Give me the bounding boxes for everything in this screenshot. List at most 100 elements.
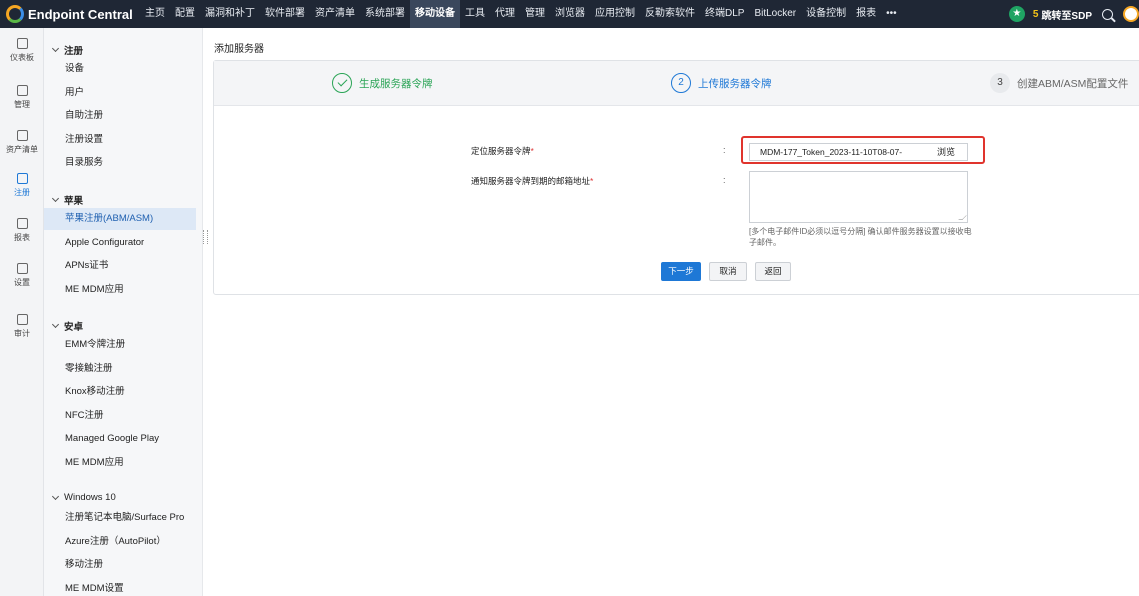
rail-icon xyxy=(16,130,28,141)
sidebar-item[interactable]: ME MDM应用 xyxy=(44,452,196,474)
nav-item[interactable]: 配置 xyxy=(170,0,200,28)
nav-item[interactable]: 反勒索软件 xyxy=(640,0,700,28)
nav-item[interactable]: 终端DLP xyxy=(700,0,749,28)
nav-item[interactable]: 代理 xyxy=(490,0,520,28)
sidebar-item[interactable]: 苹果注册(ABM/ASM) xyxy=(44,208,196,230)
icon-rail: 仪表板管理资产清单注册报表设置审计 xyxy=(0,28,44,596)
rail-item[interactable]: 资产清单 xyxy=(0,130,44,155)
rail-label: 设置 xyxy=(14,278,30,287)
nav-item[interactable]: 系统部署 xyxy=(360,0,410,28)
token-label: 定位服务器令牌* xyxy=(471,146,534,156)
nav-item[interactable]: 移动设备 xyxy=(410,0,460,28)
sidebar-item[interactable]: 注册笔记本电脑/Surface Pro xyxy=(44,507,196,529)
sidebar-item[interactable]: 注册设置 xyxy=(44,129,196,151)
next-button[interactable]: 下一步 xyxy=(661,262,701,281)
rail-icon xyxy=(16,314,28,325)
step-number: 3 xyxy=(990,73,1010,93)
sidebar-item[interactable]: 目录服务 xyxy=(44,152,196,174)
nav-item[interactable]: BitLocker xyxy=(749,0,801,28)
token-colon: : xyxy=(723,145,726,155)
nav-item[interactable]: 设备控制 xyxy=(801,0,851,28)
email-label: 通知服务器令牌到期的邮箱地址* xyxy=(471,176,594,186)
sidebar-item[interactable]: ME MDM应用 xyxy=(44,279,196,301)
rail-item[interactable]: 仪表板 xyxy=(0,38,44,63)
rail-label: 资产清单 xyxy=(6,145,38,154)
step-label: 生成服务器令牌 xyxy=(359,77,433,90)
sidebar: 注册 苹果 安卓 Windows 10 设备 用户 自助注册 注册设置 目录服务苹果注册… xyxy=(44,28,203,596)
check-icon xyxy=(337,76,347,87)
rail-icon xyxy=(16,173,28,184)
sidebar-item[interactable]: NFC注册 xyxy=(44,405,196,427)
rail-item[interactable]: 报表 xyxy=(0,218,44,243)
rail-label: 仪表板 xyxy=(10,53,34,62)
sidebar-group-apple[interactable]: 苹果 xyxy=(51,193,83,207)
sidebar-splitter[interactable] xyxy=(203,230,208,244)
rail-item[interactable]: 注册 xyxy=(0,173,44,198)
rail-icon xyxy=(16,38,28,49)
sidebar-item[interactable]: Knox移动注册 xyxy=(44,381,196,403)
wizard-panel: 生成服务器令牌 2 上传服务器令牌 3 创建ABM/ASM配置文件 定位服务器令… xyxy=(213,60,1139,295)
nav-item[interactable]: 应用控制 xyxy=(590,0,640,28)
sidebar-item[interactable]: Azure注册（AutoPilot） xyxy=(44,531,196,553)
sidebar-item[interactable]: 零接触注册 xyxy=(44,358,196,380)
cancel-button[interactable]: 取消 xyxy=(709,262,747,281)
step-2: 2 上传服务器令牌 xyxy=(671,73,772,93)
user-avatar-icon[interactable] xyxy=(1123,6,1139,22)
sdp-label: 跳转至SDP xyxy=(1041,10,1092,22)
main-nav: 主页 配置 漏洞和补丁 软件部署 资产清单 系统部署 移动设备 工具 代理 管理 浏览器 应用控制 反勒… xyxy=(140,0,902,28)
rail-item[interactable]: 管理 xyxy=(0,85,44,110)
browse-button[interactable]: 浏览 xyxy=(925,144,967,160)
rail-icon xyxy=(16,218,28,229)
page-title: 添加服务器 xyxy=(214,44,264,55)
chevron-down-icon xyxy=(51,44,60,53)
step-label: 上传服务器令牌 xyxy=(698,77,772,90)
chevron-down-icon xyxy=(51,492,60,500)
email-field[interactable] xyxy=(749,171,968,223)
email-hint: [多个电子邮件ID必须以逗号分隔] 确认邮件服务器设置以接收电子邮件。 xyxy=(749,227,972,247)
email-colon: : xyxy=(723,175,726,185)
sidebar-item[interactable]: Apple Configurator xyxy=(44,232,196,254)
rail-item[interactable]: 设置 xyxy=(0,263,44,288)
back-button[interactable]: 返回 xyxy=(755,262,791,281)
rail-label: 管理 xyxy=(14,100,30,109)
rail-icon xyxy=(16,263,28,274)
nav-item[interactable]: 工具 xyxy=(460,0,490,28)
top-bar: Endpoint Central 主页 配置 漏洞和补丁 软件部署 资产清单 系统部署 移动… xyxy=(0,0,1139,28)
file-fade xyxy=(911,144,925,160)
sidebar-group-android[interactable]: 安卓 xyxy=(51,319,83,333)
star-icon[interactable]: ★ xyxy=(1008,6,1025,22)
chevron-down-icon xyxy=(51,194,60,203)
sidebar-item[interactable]: Managed Google Play xyxy=(44,428,196,450)
sidebar-group-windows[interactable]: Windows 10 xyxy=(51,492,116,503)
sdp-icon: 5 xyxy=(1032,8,1039,20)
nav-item[interactable]: 管理 xyxy=(520,0,550,28)
sidebar-item[interactable]: 移动注册 xyxy=(44,554,196,576)
sidebar-item[interactable]: ME MDM设置 xyxy=(44,578,196,596)
nav-item[interactable]: 浏览器 xyxy=(550,0,590,28)
nav-item[interactable]: 主页 xyxy=(140,0,170,28)
step-label: 创建ABM/ASM配置文件 xyxy=(1017,77,1129,90)
rail-icon xyxy=(16,85,28,96)
rail-label: 报表 xyxy=(14,233,30,242)
nav-item[interactable]: 软件部署 xyxy=(260,0,310,28)
nav-item[interactable]: ••• xyxy=(881,0,902,28)
nav-item[interactable]: 报表 xyxy=(851,0,881,28)
step-1: 生成服务器令牌 xyxy=(332,73,433,93)
sidebar-item[interactable]: 自助注册 xyxy=(44,105,196,127)
rail-label: 注册 xyxy=(14,188,30,197)
sidebar-item[interactable]: EMM令牌注册 xyxy=(44,334,196,356)
nav-item[interactable]: 资产清单 xyxy=(310,0,360,28)
sidebar-item[interactable]: 设备 xyxy=(44,58,196,80)
nav-item[interactable]: 漏洞和补丁 xyxy=(200,0,260,28)
wizard-steps: 生成服务器令牌 2 上传服务器令牌 3 创建ABM/ASM配置文件 xyxy=(214,61,1139,106)
sidebar-item[interactable]: APNs证书 xyxy=(44,255,196,277)
search-icon[interactable] xyxy=(1102,8,1113,20)
app-name: Endpoint Central xyxy=(28,6,133,22)
top-right-tools: ★ 5 跳转至SDP xyxy=(1008,0,1139,28)
app-logo[interactable]: Endpoint Central xyxy=(6,4,133,24)
sidebar-group-enroll[interactable]: 注册 xyxy=(51,43,83,57)
sdp-link[interactable]: 5 跳转至SDP xyxy=(1033,7,1092,22)
sidebar-item[interactable]: 用户 xyxy=(44,82,196,104)
rail-item[interactable]: 审计 xyxy=(0,314,44,339)
step-number: 2 xyxy=(671,73,691,93)
